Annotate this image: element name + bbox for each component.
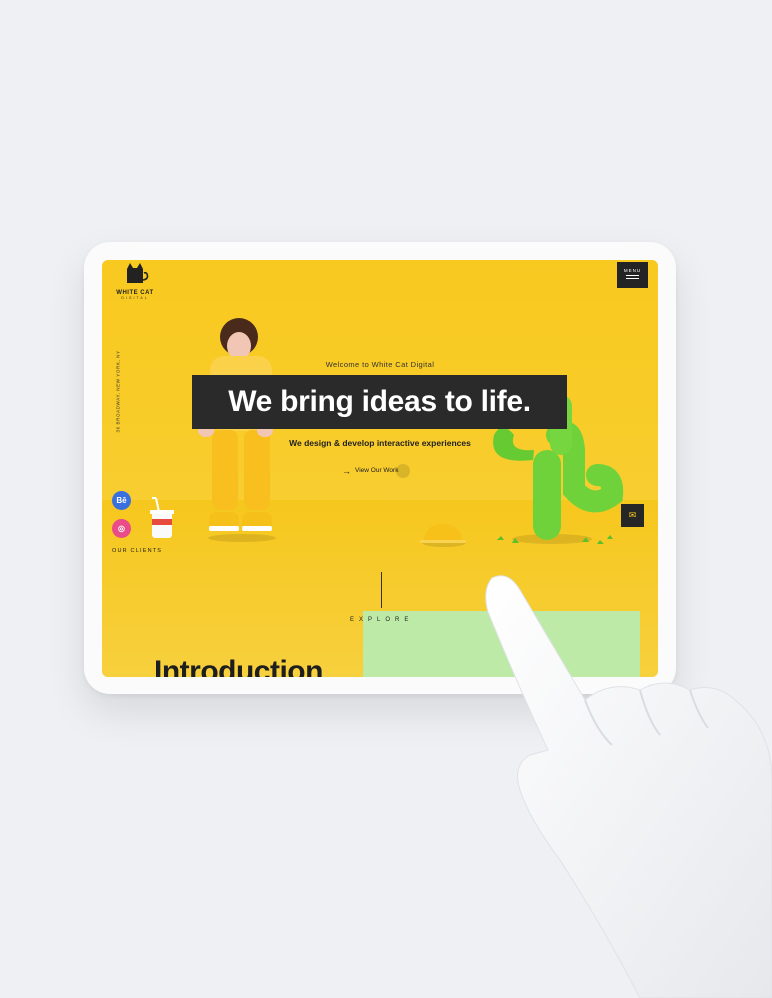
pointing-hand-illustration [485,575,772,998]
arrow-right-icon: → [342,466,351,476]
cta-hover-dot [396,464,410,478]
cta-label: View Our Work [355,467,399,474]
hero-tagline: We design & develop interactive experien… [289,438,471,448]
hero-headline: We bring ideas to life. [192,375,567,429]
